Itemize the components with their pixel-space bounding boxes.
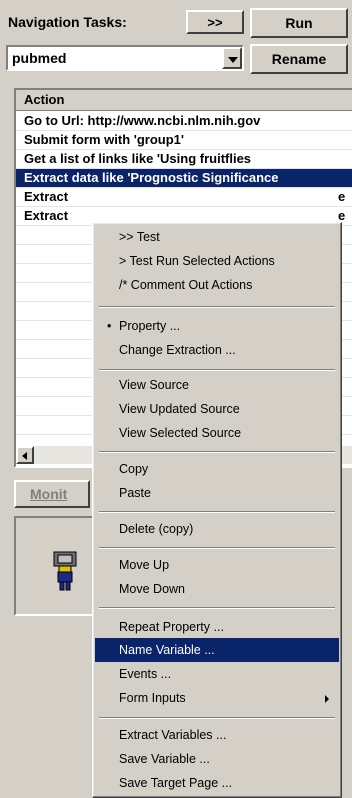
- submenu-arrow-icon: [325, 695, 329, 703]
- context-menu: >> Test > Test Run Selected Actions /* C…: [92, 222, 342, 798]
- menu-item-property[interactable]: • Property ...: [95, 314, 339, 338]
- app-window: { "toolbar": { "nav_tasks_label": "Navig…: [0, 0, 352, 798]
- menu-item-repeat-property[interactable]: Repeat Property ...: [95, 615, 339, 639]
- menu-item-view-updated-source[interactable]: View Updated Source: [95, 397, 339, 421]
- list-item[interactable]: Submit form with 'group1': [16, 131, 352, 150]
- menu-item-copy[interactable]: Copy: [95, 457, 339, 481]
- menu-separator: [99, 547, 335, 549]
- menu-separator: [99, 451, 335, 453]
- menu-item-label: Property ...: [119, 319, 181, 333]
- dropdown-button[interactable]: [222, 47, 242, 69]
- menu-separator: [99, 306, 335, 308]
- monitor-button[interactable]: Monit: [14, 480, 90, 508]
- menu-item-move-up[interactable]: Move Up: [95, 553, 339, 577]
- monitor-button-label: Monit: [30, 486, 68, 502]
- bullet-icon: •: [107, 319, 112, 333]
- menu-item-test-run-selected[interactable]: > Test Run Selected Actions: [95, 249, 339, 273]
- menu-separator: [99, 369, 335, 371]
- menu-item-save-target-page[interactable]: Save Target Page ...: [95, 771, 339, 795]
- menu-item-form-inputs[interactable]: Form Inputs: [95, 686, 339, 710]
- list-item[interactable]: Get a list of links like 'Using fruitfli…: [16, 150, 352, 169]
- menu-separator: [99, 717, 335, 719]
- list-item-selected[interactable]: Extract data like 'Prognostic Significan…: [16, 169, 352, 188]
- menu-item-test[interactable]: >> Test: [95, 225, 339, 249]
- list-item-text: Extract: [24, 189, 69, 204]
- menu-item-view-source[interactable]: View Source: [95, 373, 339, 397]
- menu-item-change-extraction[interactable]: Change Extraction ...: [95, 338, 339, 362]
- menu-separator: [99, 607, 335, 609]
- menu-item-extract-variables[interactable]: Extract Variables ...: [95, 723, 339, 747]
- menu-item-view-selected-source[interactable]: View Selected Source: [95, 421, 339, 445]
- action-column-header: Action: [24, 92, 65, 107]
- scrollbar-left-button[interactable]: [16, 446, 34, 464]
- expand-button[interactable]: >>: [186, 10, 244, 34]
- robot-icon: [50, 550, 80, 591]
- run-button[interactable]: Run: [250, 8, 348, 38]
- menu-item-paste[interactable]: Paste: [95, 481, 339, 505]
- menu-item-comment-out[interactable]: /* Comment Out Actions: [95, 273, 339, 297]
- menu-item-delete[interactable]: Delete (copy): [95, 517, 339, 541]
- menu-item-move-down[interactable]: Move Down: [95, 577, 339, 601]
- menu-item-label: Form Inputs: [119, 691, 186, 705]
- menu-separator: [99, 511, 335, 513]
- list-item-text: Extract: [24, 208, 69, 223]
- task-select-value: pubmed: [12, 50, 67, 66]
- menu-item-name-variable[interactable]: Name Variable ...: [95, 638, 339, 662]
- arrow-left-icon: [22, 452, 27, 460]
- rename-button[interactable]: Rename: [250, 44, 348, 74]
- list-item[interactable]: Go to Url: http://www.ncbi.nlm.nih.gov: [16, 112, 352, 131]
- actions-header[interactable]: Action: [16, 90, 352, 111]
- menu-item-events[interactable]: Events ...: [95, 662, 339, 686]
- chevron-down-icon: [228, 57, 238, 63]
- list-item[interactable]: Extract e: [16, 188, 352, 207]
- task-select[interactable]: pubmed: [6, 45, 244, 71]
- menu-item-save-variable[interactable]: Save Variable ...: [95, 747, 339, 771]
- navigation-tasks-label: Navigation Tasks:: [8, 14, 127, 30]
- list-item-suffix: e: [338, 189, 346, 204]
